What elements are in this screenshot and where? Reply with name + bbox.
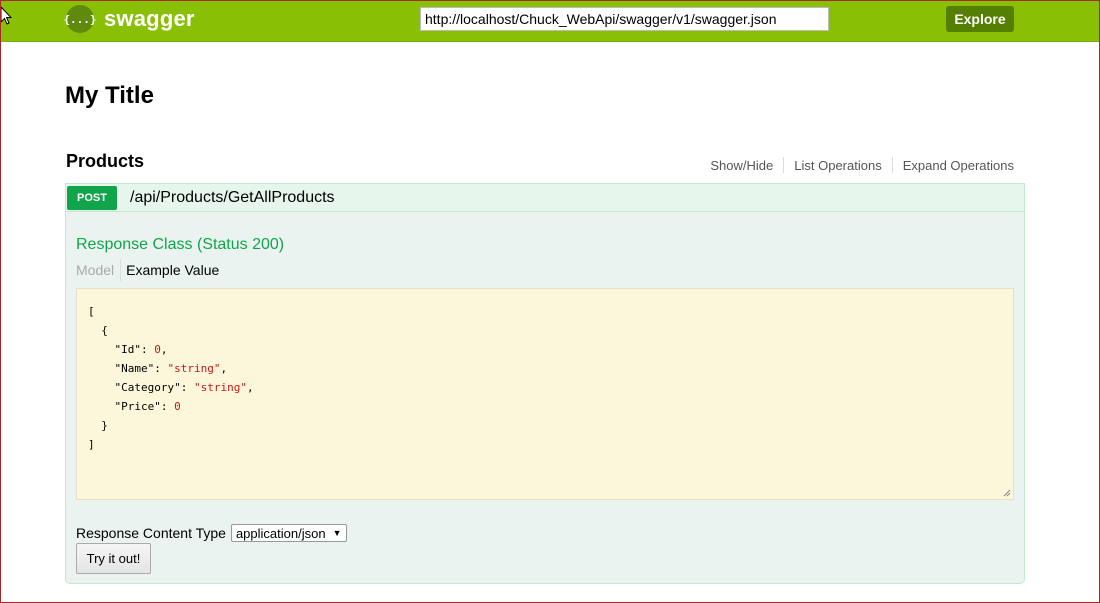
code-line: } xyxy=(88,419,108,432)
code-line: { xyxy=(88,324,108,337)
content-type-select[interactable]: application/json ▼ xyxy=(230,524,347,542)
top-bar: {...} swagger Explore xyxy=(0,0,1100,42)
spec-url-input[interactable] xyxy=(420,7,829,31)
swagger-logo-icon: {...} xyxy=(63,5,97,33)
operation-header[interactable]: POST /api/Products/GetAllProducts xyxy=(65,183,1025,212)
model-tabs: Model Example Value xyxy=(76,259,219,281)
json-value: "string" xyxy=(167,362,221,375)
json-sep: , xyxy=(220,362,228,375)
operation-path[interactable]: /api/Products/GetAllProducts xyxy=(130,189,335,207)
json-value: 0 xyxy=(174,400,181,413)
json-key: "Name" xyxy=(114,362,155,375)
http-method-badge[interactable]: POST xyxy=(67,186,117,210)
json-key: "Id" xyxy=(114,343,142,356)
resize-handle-icon[interactable] xyxy=(1003,489,1011,497)
code-line: [ xyxy=(88,305,95,318)
logo-text: swagger xyxy=(104,6,195,31)
content-type-value: application/json xyxy=(235,525,326,541)
resource-name[interactable]: Products xyxy=(66,151,144,172)
json-sep: , xyxy=(246,381,254,394)
resource-actions: Show/Hide List Operations Expand Operati… xyxy=(700,157,1014,173)
response-class-heading: Response Class (Status 200) xyxy=(76,236,285,253)
try-it-out-button[interactable]: Try it out! xyxy=(76,543,151,574)
json-value: 0 xyxy=(154,343,161,356)
swagger-logo[interactable]: {...} swagger xyxy=(63,5,195,33)
json-sep: , xyxy=(160,343,168,356)
response-content-type: Response Content Type application/json ▼ xyxy=(76,524,347,542)
tab-model[interactable]: Model xyxy=(76,262,120,278)
json-key: "Category" xyxy=(114,381,181,394)
code-line: ] xyxy=(88,438,95,451)
mouse-cursor-icon xyxy=(0,6,12,25)
example-value-code[interactable]: [ { "Id": 0, "Name": "string", "Category… xyxy=(76,288,1014,500)
list-operations-link[interactable]: List Operations xyxy=(784,158,891,173)
page-title: My Title xyxy=(65,82,154,109)
json-value: "string" xyxy=(193,381,247,394)
show-hide-link[interactable]: Show/Hide xyxy=(700,158,783,173)
explore-button[interactable]: Explore xyxy=(946,6,1014,32)
expand-operations-link[interactable]: Expand Operations xyxy=(893,158,1014,173)
caret-down-icon: ▼ xyxy=(332,528,342,538)
json-key: "Price" xyxy=(114,400,161,413)
tab-example-value[interactable]: Example Value xyxy=(121,262,219,278)
content-type-label: Response Content Type xyxy=(76,525,226,541)
